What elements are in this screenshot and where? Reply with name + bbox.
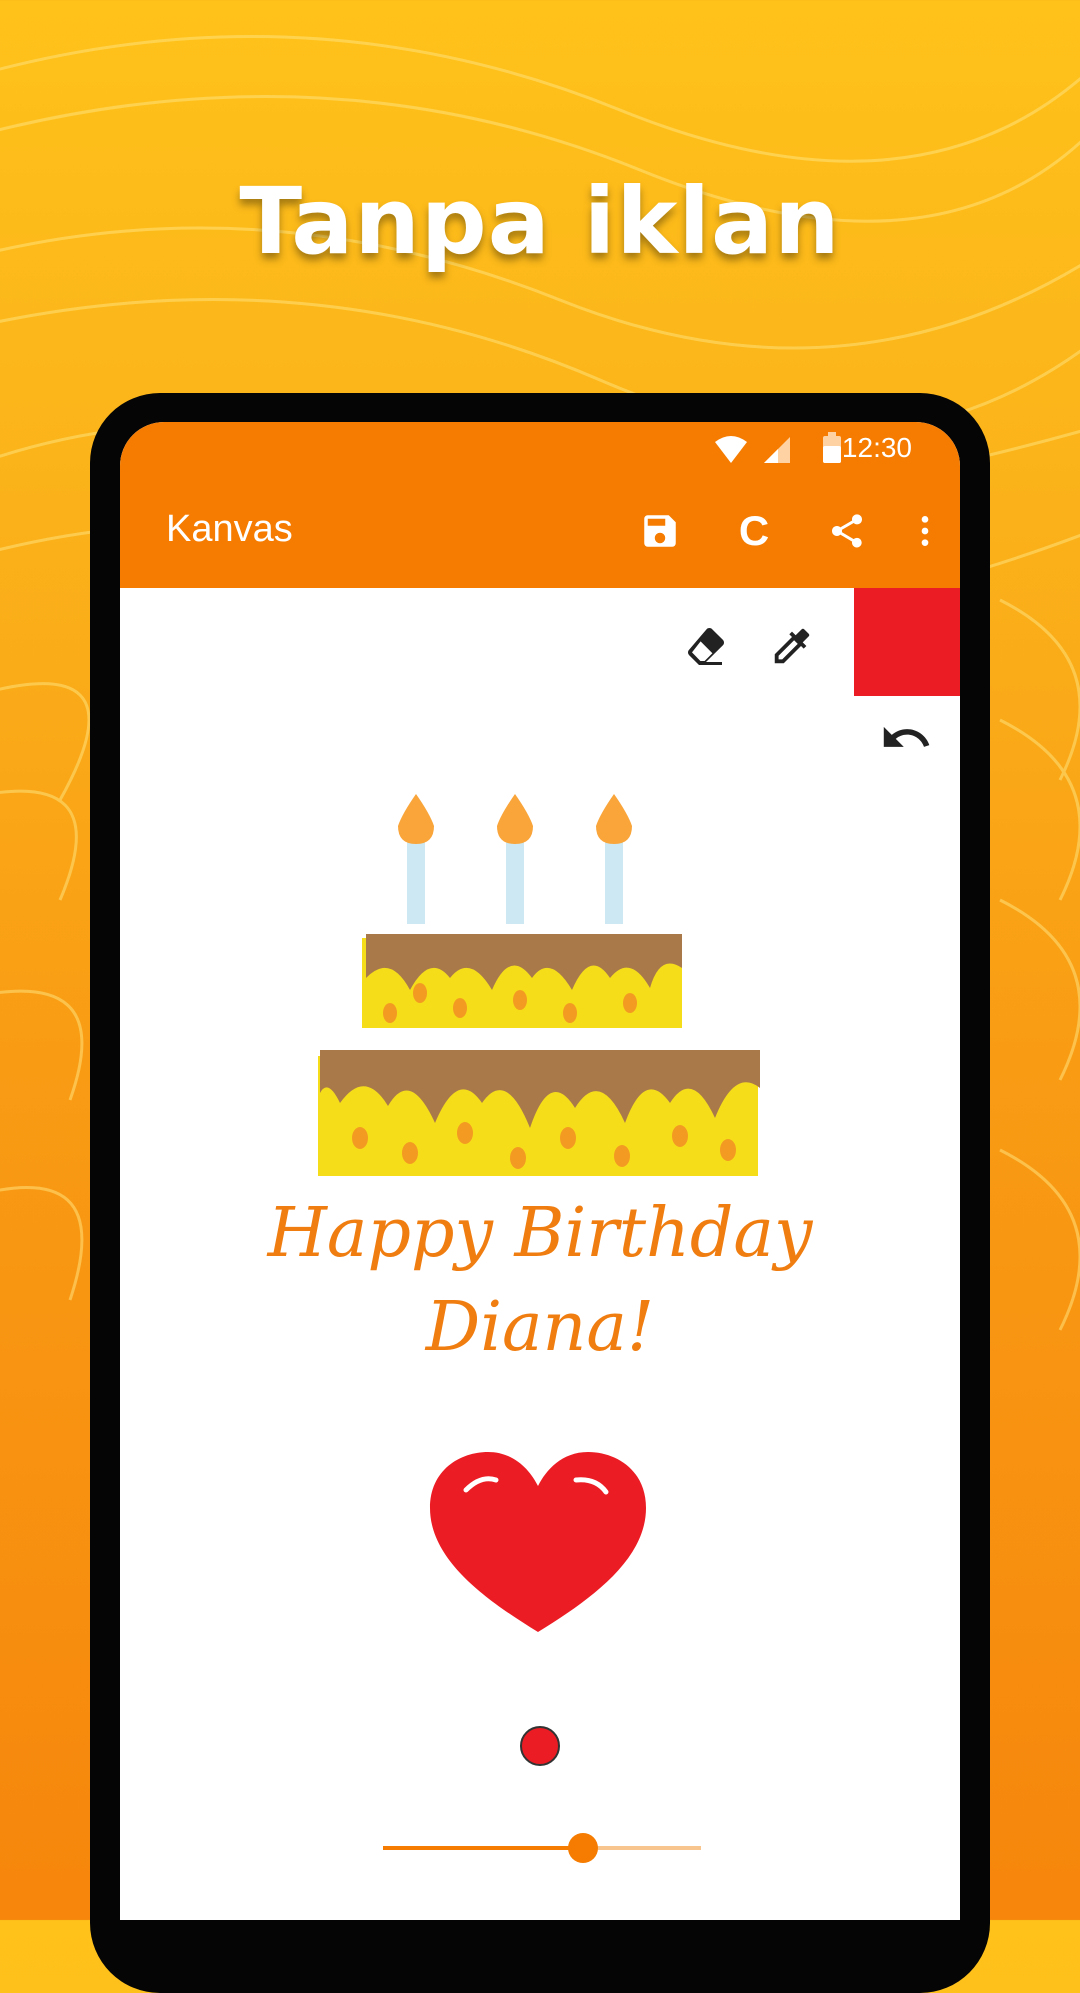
- status-bar: 12:30: [120, 422, 960, 474]
- more-vert-icon: [921, 516, 929, 546]
- save-icon: [644, 515, 676, 547]
- eyedropper-icon: [774, 628, 810, 664]
- save-button[interactable]: [625, 496, 695, 566]
- eyedropper-button[interactable]: [762, 616, 822, 676]
- heart-drawing: [430, 1452, 646, 1632]
- status-time: 12:30: [841, 432, 912, 463]
- clear-button[interactable]: C: [719, 496, 789, 566]
- share-icon: [832, 514, 862, 548]
- brush-color-preview: [520, 1726, 560, 1766]
- brush-size-slider-active-track[interactable]: [383, 1846, 583, 1850]
- share-button[interactable]: [812, 496, 882, 566]
- more-button[interactable]: [890, 496, 960, 566]
- brush-size-slider-track[interactable]: [583, 1846, 701, 1850]
- clear-label: C: [738, 507, 770, 554]
- eraser-icon: [688, 628, 724, 665]
- battery-icon: [822, 432, 842, 469]
- phone-screen: 12:30 Kanvas C Happy Birthday Diana!: [120, 422, 960, 1920]
- greeting-line1: Happy Birthday: [267, 1194, 813, 1273]
- undo-button[interactable]: [876, 708, 936, 768]
- app-bar: Kanvas C: [120, 474, 960, 588]
- wifi-icon: [714, 436, 748, 469]
- cake-drawing: [318, 794, 760, 1176]
- signal-icon: [762, 436, 792, 469]
- drawing-canvas[interactable]: Happy Birthday Diana!: [120, 588, 960, 1920]
- candles: [398, 794, 632, 924]
- app-title: Kanvas: [166, 508, 293, 550]
- undo-icon: [883, 726, 930, 747]
- headline: Tanpa iklan: [239, 168, 841, 275]
- greeting-line2: Diana!: [425, 1288, 655, 1367]
- eraser-button[interactable]: [676, 616, 736, 676]
- brush-size-slider-thumb[interactable]: [568, 1833, 598, 1863]
- selected-color-swatch[interactable]: [854, 588, 960, 696]
